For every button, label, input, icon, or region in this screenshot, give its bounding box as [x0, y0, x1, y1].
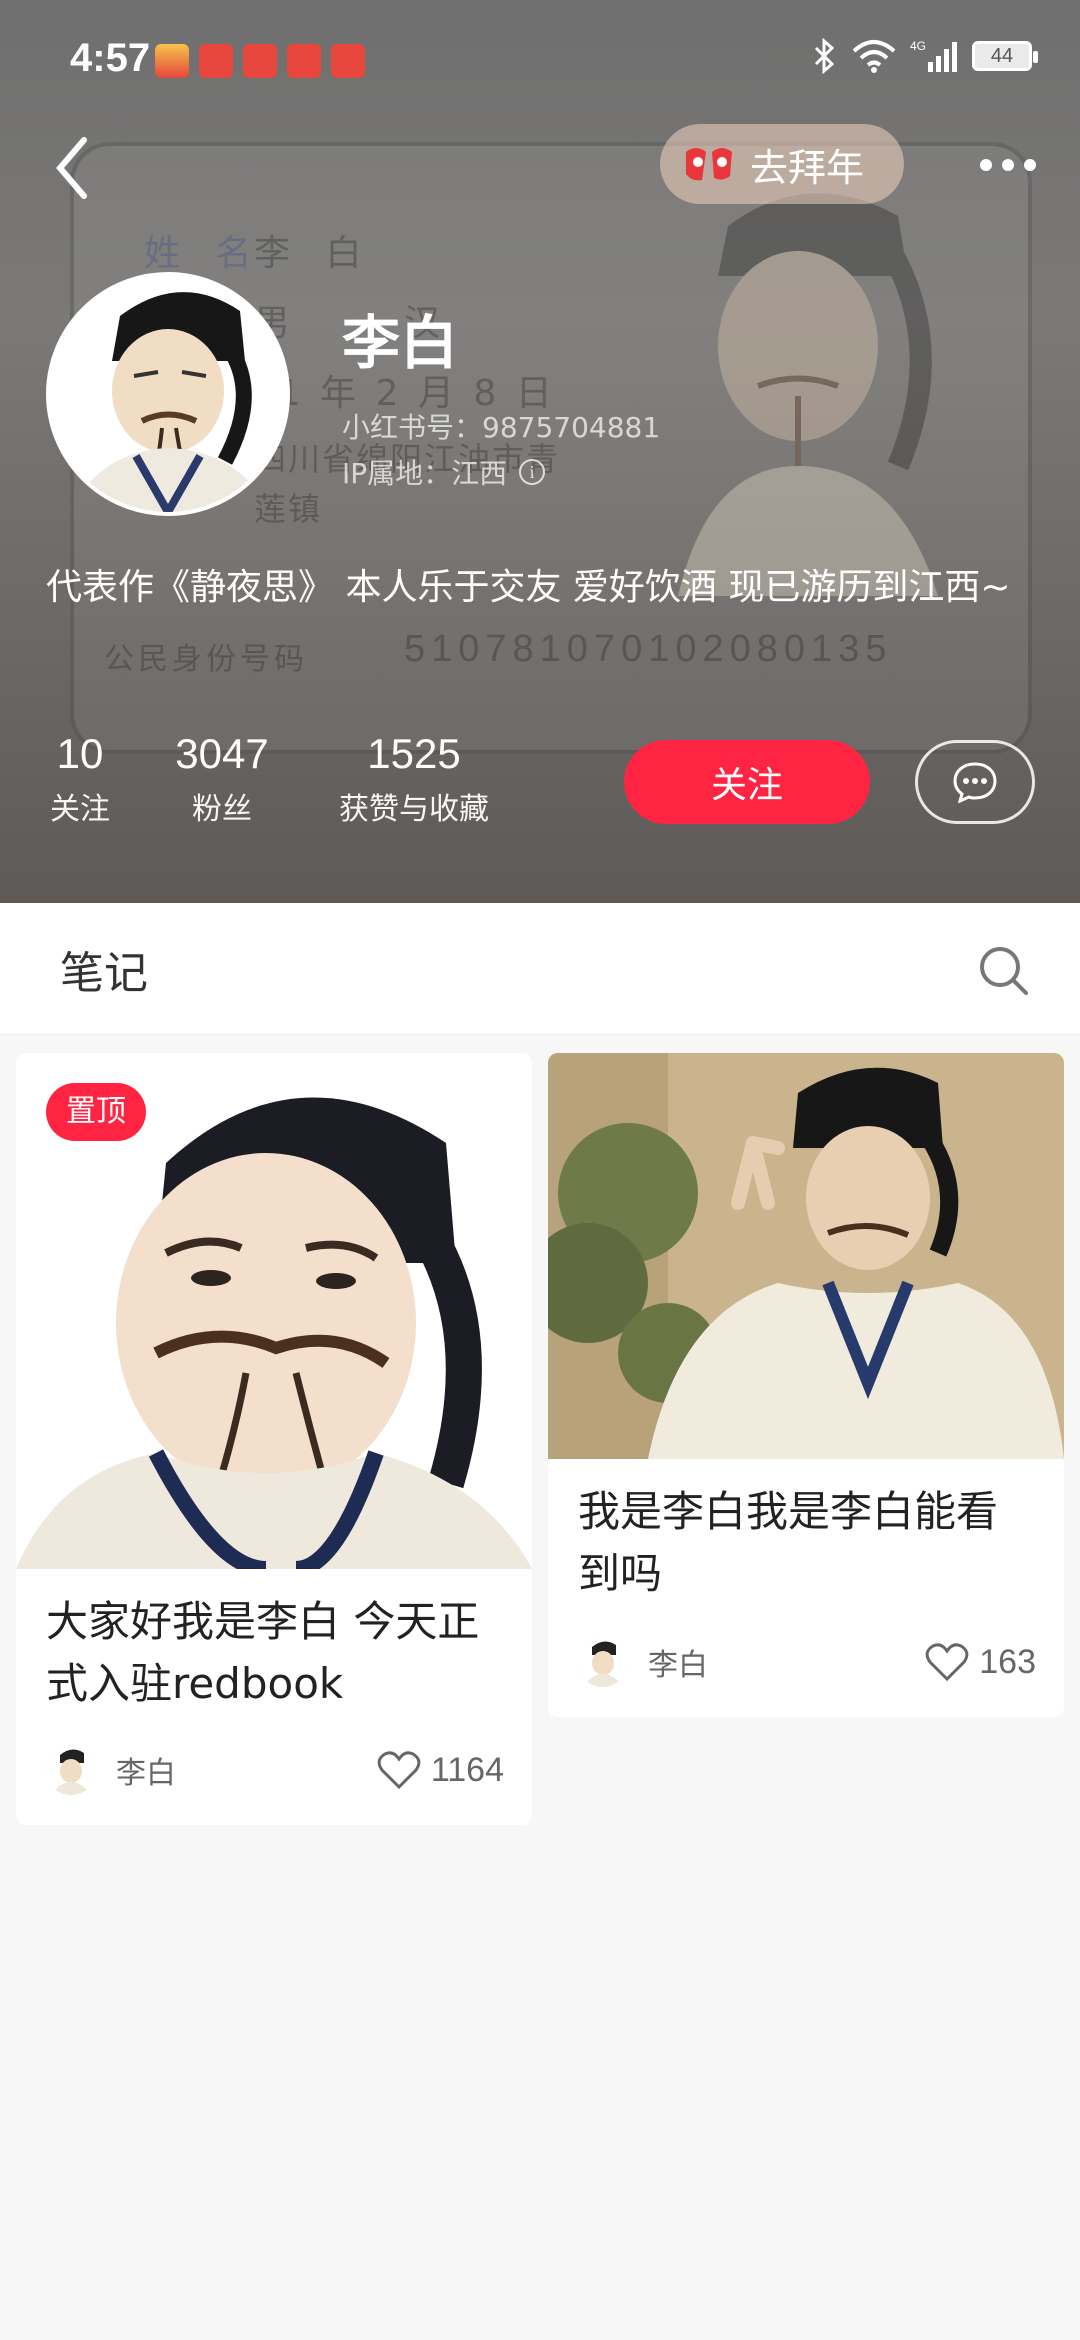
- note-footer: 李白 163: [578, 1637, 1036, 1687]
- backdrop-portrait: [678, 193, 938, 596]
- profile-name: 李白: [342, 309, 459, 377]
- app-notification-icon: [331, 44, 365, 78]
- stat-following[interactable]: 10 关注: [40, 730, 120, 828]
- author-name[interactable]: 李白: [116, 1748, 377, 1792]
- backdrop-id-label: 公民身份号码: [104, 642, 308, 677]
- note-card[interactable]: 置顶 大家好我是李白 今天正式入驻redbook 李白 1164: [16, 1053, 532, 1825]
- author-avatar-image: [46, 1745, 96, 1795]
- app-notification-icon: [287, 44, 321, 78]
- info-icon[interactable]: i: [519, 459, 546, 485]
- app-notification-icon: [155, 44, 189, 78]
- portrait-painting: [548, 1053, 1064, 1459]
- stat-fans[interactable]: 3047 粉丝: [168, 730, 276, 828]
- likes-label: 获赞与收藏: [339, 792, 489, 827]
- dot-icon: [980, 159, 992, 171]
- like-button[interactable]: 1164: [377, 1750, 504, 1790]
- author-avatar[interactable]: [578, 1637, 628, 1687]
- like-count: 1164: [430, 1750, 504, 1789]
- backdrop-address-2: 莲镇: [254, 490, 323, 528]
- note-footer: 李白 1164: [46, 1745, 504, 1795]
- new-year-visit-button[interactable]: 去拜年: [660, 124, 904, 204]
- note-title: 大家好我是李白 今天正式入驻redbook: [46, 1597, 480, 1708]
- pinned-badge: 置顶: [46, 1083, 146, 1141]
- notes-tab-bar: 笔记: [0, 903, 1080, 1035]
- dot-icon: [1002, 159, 1014, 171]
- app-notification-icon: [199, 44, 233, 78]
- new-year-visit-label: 去拜年: [750, 145, 865, 190]
- fans-count: 3047: [175, 730, 269, 777]
- bluetooth-icon: [814, 38, 835, 74]
- author-avatar-image: [578, 1637, 628, 1687]
- author-avatar[interactable]: [46, 1745, 96, 1795]
- battery-icon: 44: [972, 41, 1038, 71]
- svg-text:4G: 4G: [910, 39, 926, 53]
- author-name[interactable]: 李白: [648, 1640, 925, 1684]
- heart-icon: [377, 1751, 421, 1790]
- ip-location-text: IP属地：江西: [342, 457, 508, 490]
- wifi-icon: [852, 40, 896, 73]
- back-button[interactable]: [46, 128, 106, 208]
- fans-label: 粉丝: [192, 792, 252, 827]
- profile-avatar[interactable]: [46, 272, 290, 516]
- note-title: 我是李白我是李白能看到吗: [578, 1487, 999, 1598]
- search-icon[interactable]: [976, 943, 1032, 999]
- heart-icon: [925, 1643, 969, 1682]
- like-button[interactable]: 163: [925, 1642, 1036, 1682]
- status-bar: 4:57 4G 44: [0, 0, 1080, 120]
- dot-icon: [1024, 159, 1036, 171]
- notification-icons: [155, 44, 365, 78]
- note-cover-image: 置顶: [16, 1053, 532, 1569]
- likes-count: 1525: [367, 730, 461, 777]
- signal-4g-icon: 4G: [910, 39, 957, 72]
- red-id[interactable]: 小红书号：9875704881: [342, 406, 660, 446]
- note-card[interactable]: 我是李白我是李白能看到吗 李白 163: [548, 1053, 1064, 1717]
- following-label: 关注: [50, 792, 110, 827]
- backdrop-id-number: 510781070102080135: [404, 628, 893, 670]
- app-notification-icon: [243, 44, 277, 78]
- stat-likes-collects[interactable]: 1525 获赞与收藏: [326, 730, 502, 828]
- note-cover-image: [548, 1053, 1064, 1459]
- status-time: 4:57: [70, 36, 151, 80]
- following-count: 10: [56, 730, 104, 777]
- tab-notes[interactable]: 笔记: [60, 937, 148, 1001]
- follow-button[interactable]: 关注: [624, 740, 870, 824]
- ip-location: IP属地：江西 i: [342, 452, 546, 492]
- system-icons: 4G 44: [812, 38, 1038, 74]
- fu-envelope-icon: [686, 148, 732, 181]
- profile-header: 姓 名 李 白 男 汉 701 年 2 月 8 日 四川省绵阳江油市青 莲镇 公…: [0, 0, 1080, 903]
- notes-feed: 置顶 大家好我是李白 今天正式入驻redbook 李白 1164 我是李白我是李…: [0, 1035, 1080, 2340]
- backdrop-name-value: 李 白: [254, 233, 374, 274]
- more-options-button[interactable]: [980, 150, 1042, 180]
- like-count: 163: [979, 1642, 1036, 1681]
- message-button[interactable]: [915, 740, 1035, 824]
- backdrop-name-label: 姓 名: [144, 233, 264, 274]
- profile-bio: 代表作《静夜思》 本人乐于交友 爱好饮酒 现已游历到江西~: [46, 567, 1011, 608]
- chat-bubble-icon: [953, 762, 997, 803]
- avatar-portrait-image: [50, 276, 286, 512]
